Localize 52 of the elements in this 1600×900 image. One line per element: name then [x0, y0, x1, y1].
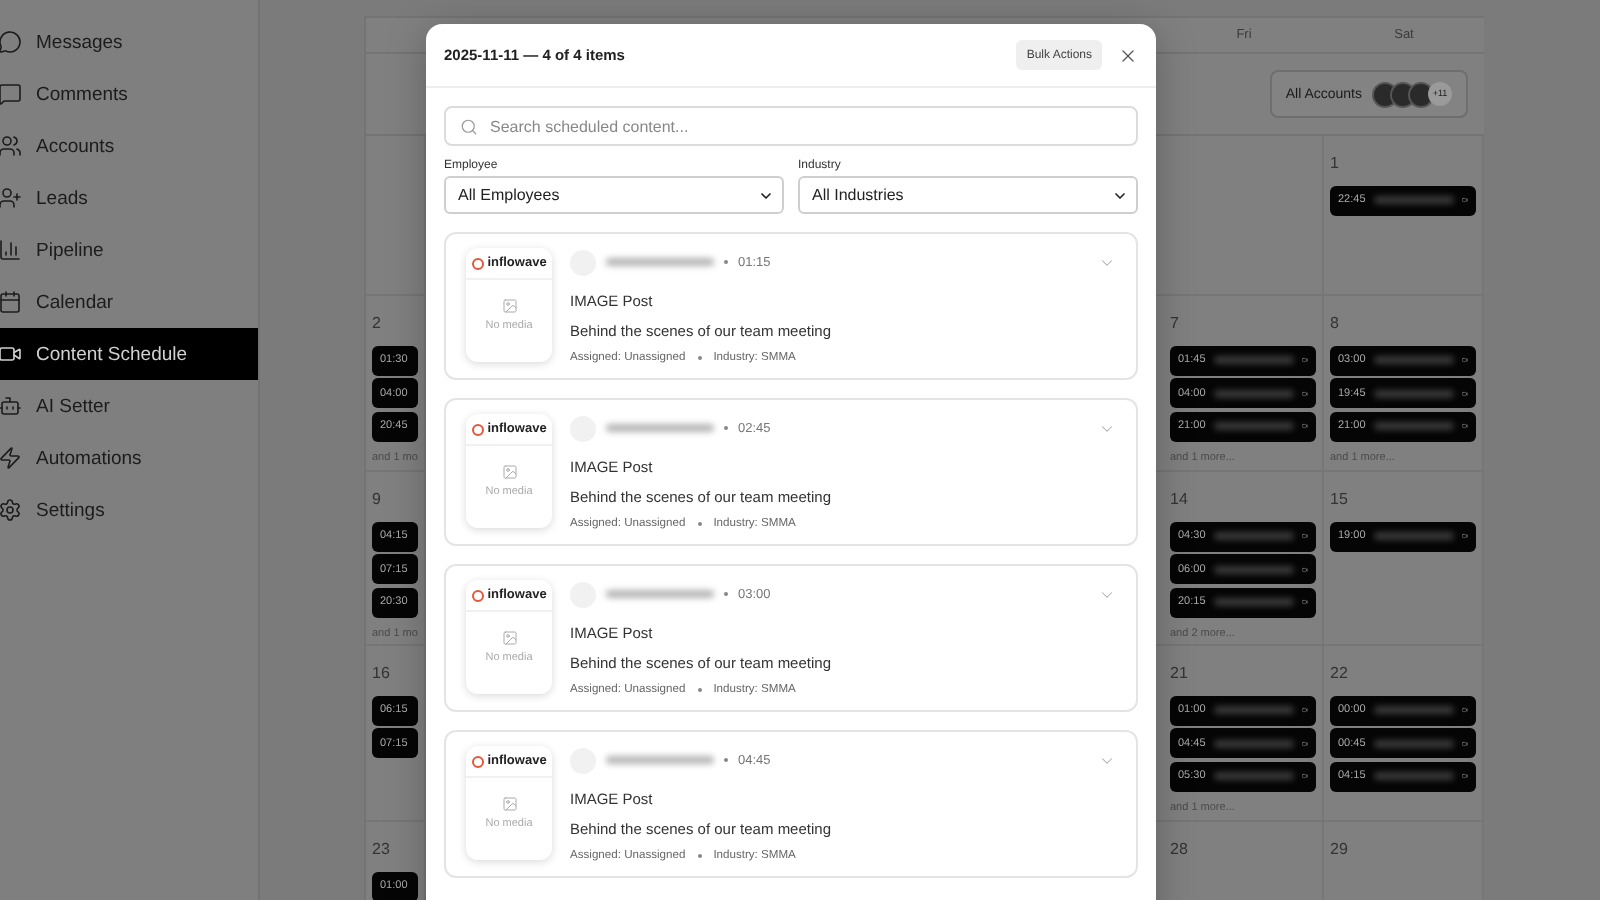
day-number: 23 [372, 840, 392, 860]
day-number: 21 [1170, 664, 1190, 684]
users-icon [0, 134, 22, 158]
video-icon [0, 342, 22, 366]
nav-item[interactable]: Automations [0, 432, 258, 484]
day-number: 28 [1170, 840, 1190, 860]
nav-item[interactable]: Messages [0, 16, 258, 68]
day-number: 9 [372, 490, 383, 510]
nav-item[interactable]: Settings [0, 484, 258, 536]
day-number: 29 [1330, 840, 1350, 860]
day-number: 7 [1170, 314, 1181, 334]
filter-select[interactable]: All Industries [798, 176, 1138, 214]
image-icon [501, 796, 517, 812]
chevron-down-icon [758, 187, 774, 203]
image-icon [501, 464, 517, 480]
brand-logo-icon [471, 257, 484, 269]
brand-logo-icon [471, 589, 484, 601]
search-field[interactable]: Search scheduled content... [444, 106, 1138, 146]
image-icon [501, 298, 517, 314]
blurred-username [606, 590, 714, 598]
day-number: 14 [1170, 490, 1190, 510]
nav-item[interactable]: Content Schedule [0, 328, 258, 380]
day-number: 2 [372, 314, 383, 334]
brand-logo-icon [471, 755, 484, 767]
brand-logo-icon [471, 423, 484, 435]
robot-icon [0, 394, 22, 418]
user-plus-icon [0, 186, 22, 210]
nav-item[interactable]: Pipeline [0, 224, 258, 276]
day-number: 8 [1330, 314, 1341, 334]
settings-icon [0, 498, 22, 522]
nav-item[interactable]: Comments [0, 68, 258, 120]
search-icon [460, 118, 478, 136]
blurred-username [606, 258, 714, 266]
filter-select[interactable]: All Employees [444, 176, 784, 214]
image-icon [501, 630, 517, 646]
blurred-username [606, 424, 714, 432]
day-number: 22 [1330, 664, 1350, 684]
nav-item[interactable]: AI Setter [0, 380, 258, 432]
chat-bubble-icon [0, 30, 22, 54]
day-number: 15 [1330, 490, 1350, 510]
comment-icon [0, 82, 22, 106]
close-button[interactable] [1118, 45, 1138, 65]
lightning-icon [0, 446, 22, 470]
day-number: 1 [1330, 154, 1341, 174]
blurred-username [606, 756, 714, 764]
bar-chart-icon [0, 238, 22, 262]
nav-item[interactable]: Accounts [0, 120, 258, 172]
chevron-down-icon [1112, 187, 1128, 203]
calendar-icon [0, 290, 22, 314]
nav-item[interactable]: Leads [0, 172, 258, 224]
nav-item[interactable]: Calendar [0, 276, 258, 328]
day-number: 16 [372, 664, 392, 684]
